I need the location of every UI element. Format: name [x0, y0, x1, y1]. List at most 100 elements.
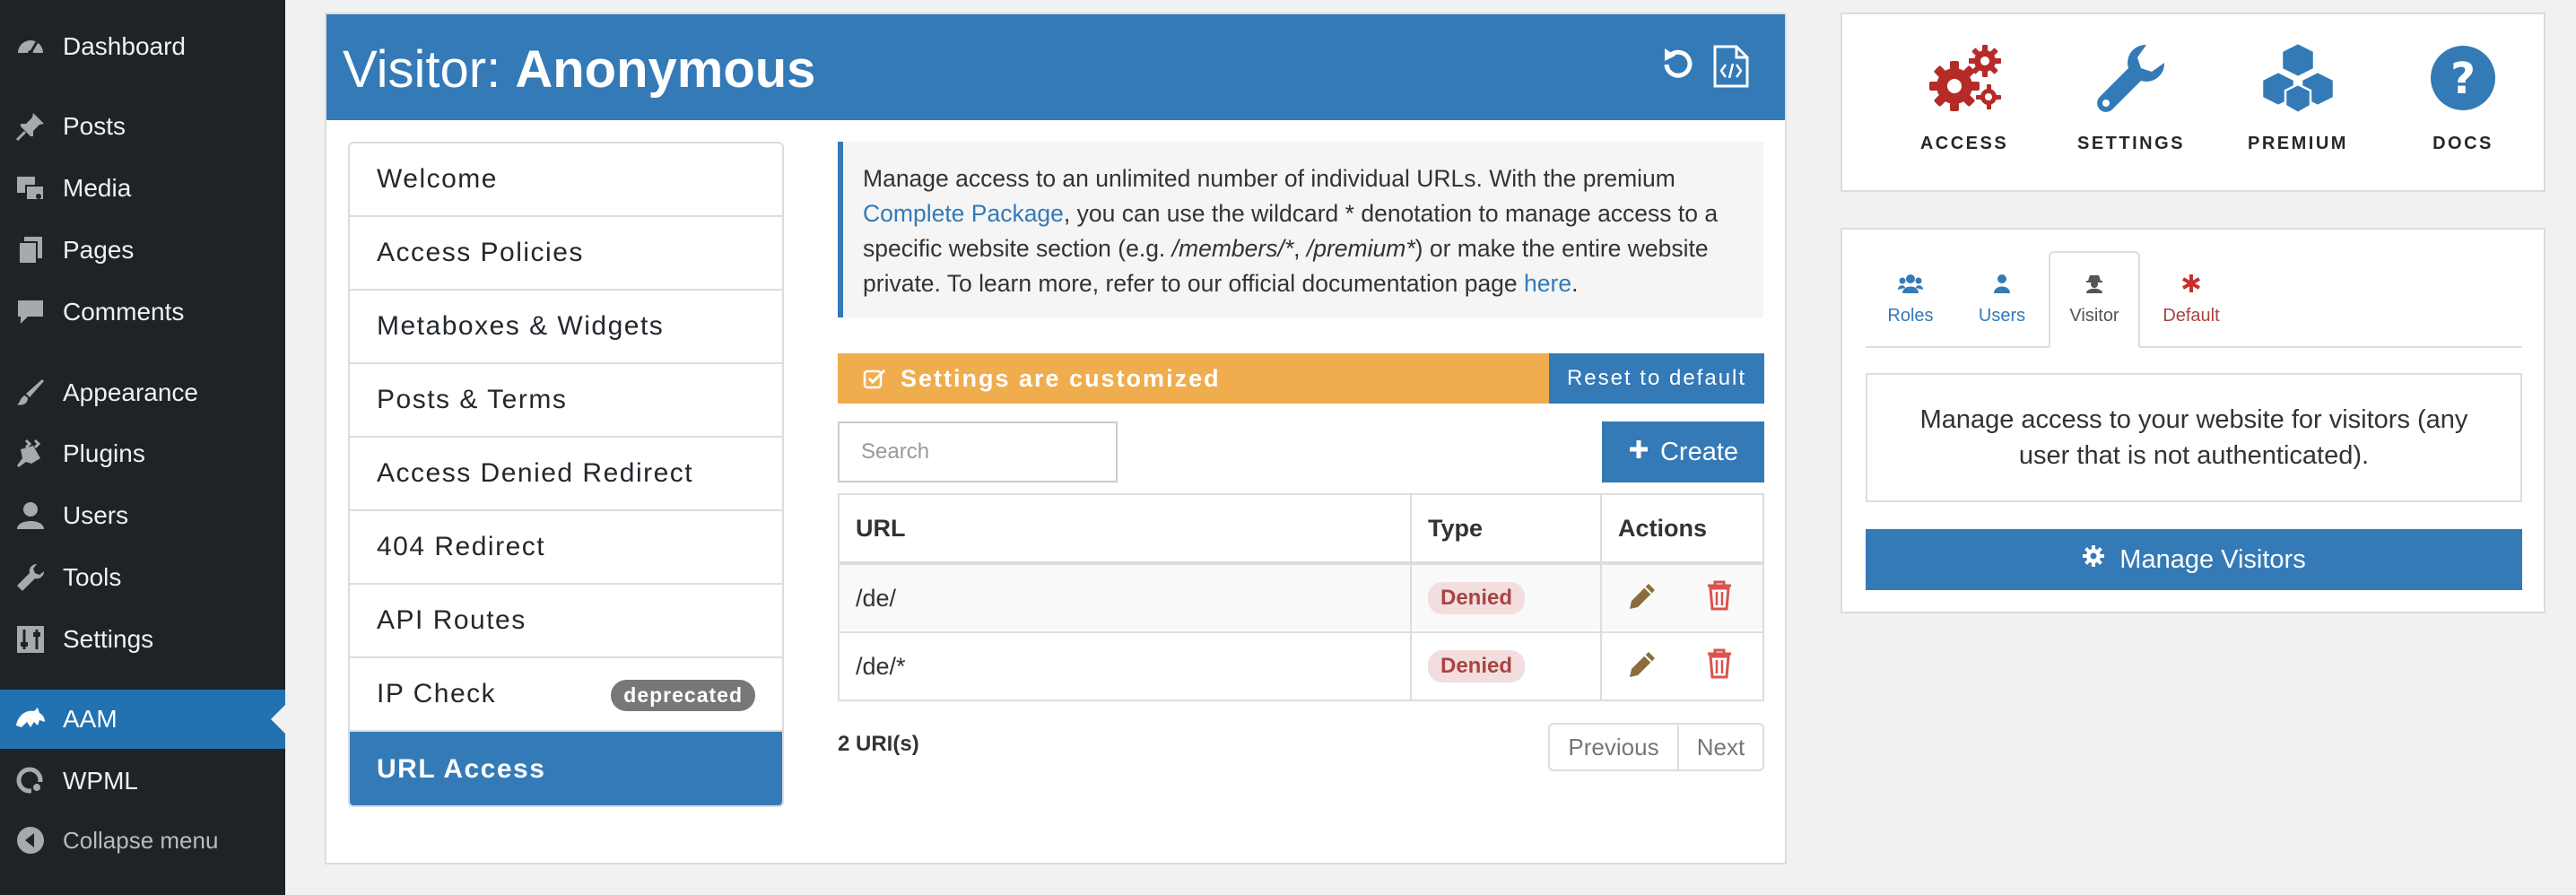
- pin-icon: [14, 110, 47, 143]
- delete-trash-icon[interactable]: [1706, 648, 1733, 683]
- pages-icon: [14, 234, 47, 266]
- info-text: ,: [1293, 235, 1307, 262]
- url-cell: /de/: [856, 584, 897, 612]
- sidebar-item-wpml[interactable]: WPML: [0, 752, 285, 811]
- documentation-link[interactable]: here: [1524, 270, 1571, 297]
- info-example: /premium*: [1306, 235, 1415, 262]
- create-label: Create: [1659, 437, 1739, 466]
- menu-item-url-access[interactable]: URL Access: [350, 732, 782, 805]
- info-text: .: [1571, 270, 1579, 297]
- collapse-menu-button[interactable]: Collapse menu: [0, 811, 285, 870]
- edit-pencil-icon[interactable]: [1627, 581, 1658, 616]
- collapse-menu-label: Collapse menu: [63, 826, 219, 854]
- subject-header: Visitor: Anonymous: [326, 14, 1785, 120]
- sidebar-item-label: Tools: [63, 563, 122, 591]
- docs-tool[interactable]: ? DOCS: [2391, 41, 2535, 154]
- dashboard-icon: [14, 30, 47, 63]
- menu-item-label: IP Check: [377, 679, 497, 708]
- sidebar-item-label: WPML: [63, 767, 138, 795]
- denied-badge: Denied: [1428, 582, 1526, 614]
- tab-label: Users: [1978, 305, 2026, 326]
- search-input[interactable]: Search: [838, 421, 1118, 482]
- denied-badge: Denied: [1428, 650, 1526, 682]
- sidebar-item-appearance[interactable]: Appearance: [0, 363, 285, 422]
- menu-item-label: Access Policies: [377, 238, 584, 267]
- question-icon: ?: [2426, 46, 2500, 118]
- info-notice: Manage access to an unlimited number of …: [838, 142, 1763, 317]
- sidebar-item-pages[interactable]: Pages: [0, 221, 285, 280]
- sidebar-item-aam[interactable]: AAM: [0, 690, 285, 749]
- menu-item-welcome[interactable]: Welcome: [350, 143, 782, 217]
- page-title: Visitor: Anonymous: [343, 39, 815, 100]
- info-text: Manage access to an unlimited number of …: [863, 165, 1675, 192]
- access-tool[interactable]: ACCESS: [1893, 41, 2036, 154]
- tab-users[interactable]: Users: [1957, 251, 2047, 348]
- row-stripe: [840, 563, 1762, 630]
- type-cell: Denied: [1428, 565, 1526, 631]
- menu-item-label: Welcome: [377, 164, 498, 194]
- sidebar-item-dashboard[interactable]: Dashboard: [0, 17, 285, 76]
- settings-sliders-icon: [14, 623, 47, 656]
- sidebar-item-label: Dashboard: [63, 32, 186, 60]
- delete-trash-icon[interactable]: [1706, 580, 1733, 615]
- sidebar-item-users[interactable]: Users: [0, 486, 285, 545]
- manage-visitors-button[interactable]: Manage Visitors: [1866, 529, 2522, 590]
- reset-to-default-button[interactable]: Reset to default: [1549, 353, 1764, 404]
- sidebar-item-label: Users: [63, 501, 129, 529]
- column-divider: [1410, 495, 1412, 699]
- cubes-icon: [2253, 41, 2343, 118]
- sidebar-item-plugins[interactable]: Plugins: [0, 424, 285, 483]
- sidebar-item-label: Pages: [63, 236, 135, 264]
- tool-label: ACCESS: [1919, 134, 2009, 153]
- tab-default[interactable]: Default: [2142, 251, 2241, 348]
- settings-tool[interactable]: SETTINGS: [2059, 41, 2203, 154]
- brush-icon: [14, 377, 47, 409]
- sidebar-item-label: AAM: [63, 705, 117, 733]
- next-button[interactable]: Next: [1679, 725, 1762, 769]
- wrench-icon: [14, 561, 47, 594]
- plus-icon: [1628, 438, 1649, 467]
- column-header-type[interactable]: Type: [1428, 495, 1483, 561]
- visitor-description: Manage access to your website for visito…: [1866, 373, 2522, 502]
- user-icon: [1992, 274, 2012, 299]
- column-header-url[interactable]: URL: [856, 495, 906, 561]
- menu-item-access-policies[interactable]: Access Policies: [350, 217, 782, 291]
- type-cell: Denied: [1428, 633, 1526, 699]
- menu-item-404-redirect[interactable]: 404 Redirect: [350, 511, 782, 585]
- deprecated-badge: deprecated: [611, 680, 755, 711]
- tab-visitor[interactable]: Visitor: [2049, 251, 2140, 348]
- menu-item-ip-check[interactable]: IP Check deprecated: [350, 658, 782, 732]
- menu-item-posts-terms[interactable]: Posts & Terms: [350, 364, 782, 438]
- menu-item-label: API Routes: [377, 605, 527, 635]
- create-button[interactable]: Create: [1602, 421, 1764, 482]
- svg-text:?: ?: [2450, 54, 2476, 104]
- column-header-actions: Actions: [1618, 514, 1708, 542]
- customized-status-bar: Settings are customized: [838, 353, 1549, 404]
- asterisk-icon: [2181, 274, 2201, 299]
- menu-item-label: 404 Redirect: [377, 532, 546, 561]
- reset-icon[interactable]: [1658, 45, 1701, 88]
- user-secret-icon: [2084, 274, 2104, 299]
- column-divider: [1600, 495, 1602, 699]
- info-example: /members/*: [1171, 235, 1294, 262]
- menu-item-metaboxes-widgets[interactable]: Metaboxes & Widgets: [350, 291, 782, 364]
- sidebar-item-tools[interactable]: Tools: [0, 548, 285, 607]
- complete-package-link[interactable]: Complete Package: [863, 200, 1064, 227]
- sidebar-item-settings[interactable]: Settings: [0, 610, 285, 669]
- previous-button[interactable]: Previous: [1550, 725, 1679, 769]
- premium-tool[interactable]: PREMIUM: [2226, 41, 2370, 154]
- checkbox-icon: [863, 368, 886, 397]
- sidebar-item-posts[interactable]: Posts: [0, 97, 285, 156]
- media-icon: [14, 172, 47, 204]
- tab-roles[interactable]: Roles: [1866, 251, 1955, 348]
- users-icon: [1898, 274, 1923, 299]
- sidebar-item-media[interactable]: Media: [0, 159, 285, 218]
- edit-pencil-icon[interactable]: [1627, 649, 1658, 684]
- user-icon: [14, 500, 47, 532]
- pagination: Previous Next: [1548, 723, 1764, 771]
- sidebar-item-label: Settings: [63, 625, 154, 653]
- export-code-icon[interactable]: [1713, 45, 1756, 88]
- menu-item-access-denied-redirect[interactable]: Access Denied Redirect: [350, 438, 782, 511]
- menu-item-api-routes[interactable]: API Routes: [350, 585, 782, 658]
- sidebar-item-comments[interactable]: Comments: [0, 282, 285, 342]
